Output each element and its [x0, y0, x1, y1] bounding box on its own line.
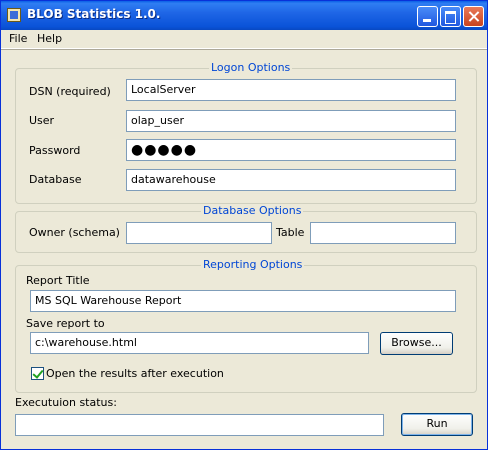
- owner-input[interactable]: [126, 222, 272, 244]
- dialog-body: Logon Options DSN (required) LocalServer…: [1, 49, 487, 450]
- logon-options-legend: Logon Options: [209, 61, 293, 74]
- database-label: Database: [29, 173, 82, 186]
- maximize-button[interactable]: [440, 6, 461, 27]
- table-label: Table: [276, 226, 305, 239]
- report-title-input[interactable]: MS SQL Warehouse Report: [30, 290, 456, 312]
- save-report-input[interactable]: c:\warehouse.html: [30, 332, 369, 354]
- title-bar[interactable]: BLOB Statistics 1.0.: [1, 1, 487, 30]
- database-options-legend: Database Options: [201, 204, 304, 217]
- browse-button[interactable]: Browse...: [380, 332, 453, 355]
- dsn-input[interactable]: LocalServer: [126, 79, 456, 101]
- main-window: BLOB Statistics 1.0. File Help Logon Opt…: [0, 0, 488, 450]
- minimize-button[interactable]: [417, 6, 438, 27]
- dsn-label: DSN (required): [29, 85, 111, 98]
- app-icon: [7, 8, 21, 22]
- execution-status-label: Executuion status:: [15, 396, 117, 409]
- reporting-options-group: Reporting Options Report Title MS SQL Wa…: [15, 258, 477, 393]
- logon-options-group: Logon Options DSN (required) LocalServer…: [15, 61, 477, 204]
- close-button[interactable]: [463, 6, 484, 27]
- user-label: User: [29, 114, 55, 127]
- database-options-group: Database Options Owner (schema) Table: [15, 204, 477, 253]
- user-input[interactable]: olap_user: [126, 110, 456, 132]
- execution-status-field: [15, 414, 384, 436]
- menu-help[interactable]: Help: [37, 32, 62, 45]
- menu-bar: File Help: [1, 30, 487, 49]
- open-results-checkbox[interactable]: [31, 367, 44, 380]
- menu-file[interactable]: File: [9, 32, 27, 45]
- open-results-label[interactable]: Open the results after execution: [46, 367, 224, 380]
- report-title-label: Report Title: [26, 274, 90, 287]
- run-button[interactable]: Run: [401, 413, 473, 436]
- window-title: BLOB Statistics 1.0.: [27, 7, 161, 21]
- password-input[interactable]: ●●●●●: [126, 139, 456, 161]
- reporting-options-legend: Reporting Options: [201, 258, 305, 271]
- database-input[interactable]: datawarehouse: [126, 169, 456, 191]
- table-input[interactable]: [310, 222, 456, 244]
- save-report-label: Save report to: [26, 317, 105, 330]
- password-label: Password: [29, 144, 81, 157]
- owner-label: Owner (schema): [29, 226, 120, 239]
